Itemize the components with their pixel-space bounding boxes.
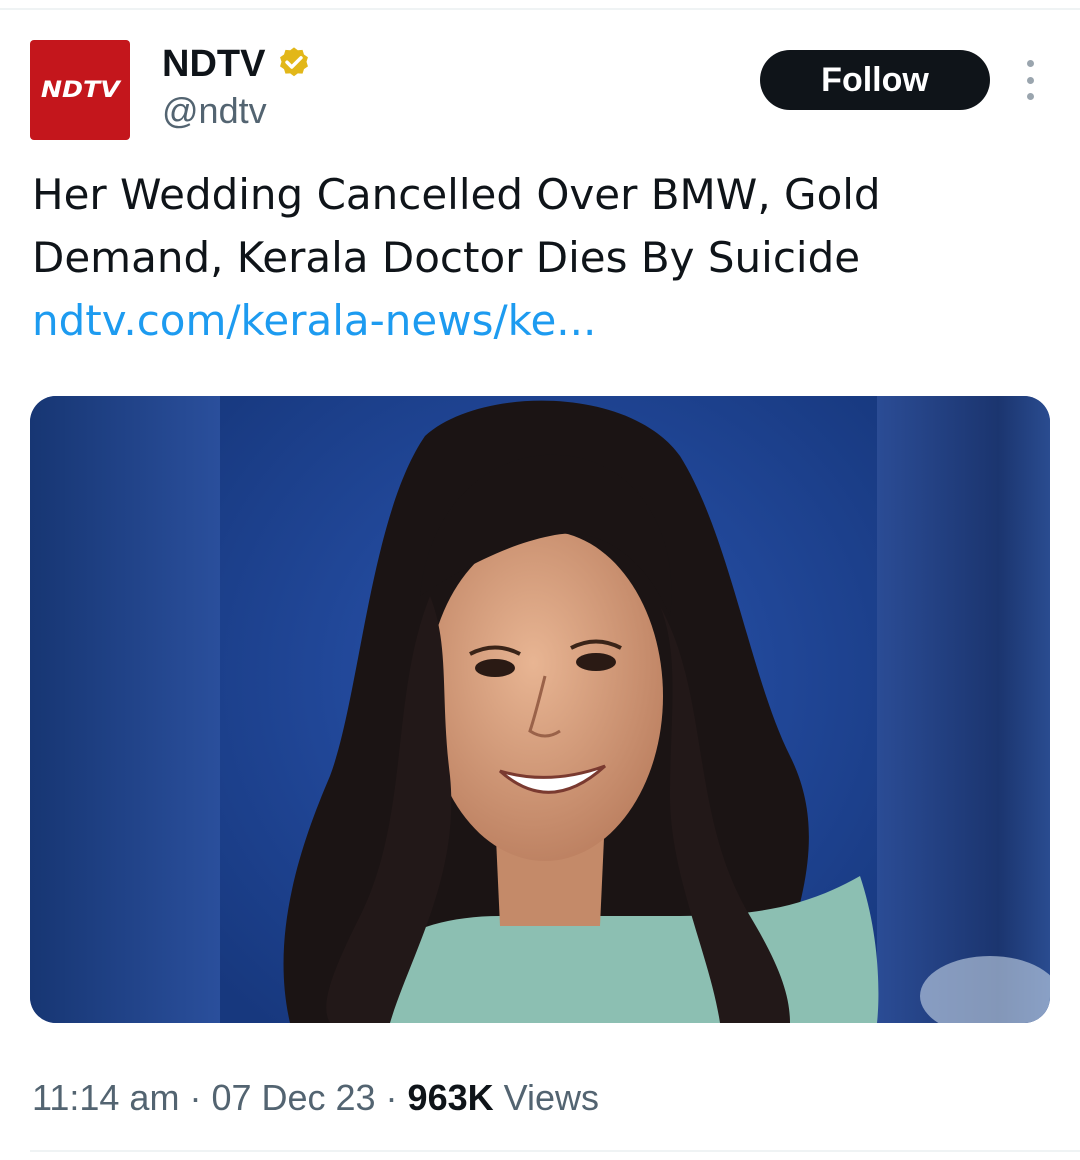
tweet-media-photo[interactable] bbox=[30, 396, 1050, 1023]
follow-button[interactable]: Follow bbox=[760, 50, 990, 110]
more-dot bbox=[1026, 76, 1034, 84]
top-divider bbox=[0, 8, 1080, 10]
meta-separator: · bbox=[375, 1077, 408, 1118]
verified-badge-icon bbox=[280, 47, 309, 77]
avatar-logo-text: NDTV bbox=[40, 77, 120, 103]
more-dot bbox=[1026, 93, 1034, 100]
tweet-link[interactable]: ndtv.com/kerala-news/ke... bbox=[32, 289, 596, 352]
tweet-text: Her Wedding Cancelled Over BMW, Gold Dem… bbox=[32, 170, 881, 282]
more-dot bbox=[1026, 60, 1034, 67]
views-label: Views bbox=[493, 1077, 599, 1118]
author-name-row: NDTV bbox=[162, 40, 313, 88]
tweet-date[interactable]: 07 Dec 23 bbox=[211, 1077, 375, 1118]
bottom-divider bbox=[30, 1150, 1080, 1152]
avatar[interactable]: NDTV bbox=[30, 40, 130, 140]
views-count[interactable]: 963K bbox=[408, 1077, 494, 1118]
tweet-time[interactable]: 11:14 am bbox=[32, 1077, 179, 1118]
photo-illustration bbox=[30, 396, 1050, 1023]
more-vertical-icon[interactable] bbox=[1012, 60, 1048, 100]
meta-separator: · bbox=[179, 1077, 212, 1118]
tweet-meta: 11:14 am · 07 Dec 23 · 963K Views bbox=[32, 1075, 599, 1121]
user-handle[interactable]: @ndtv bbox=[162, 88, 267, 134]
display-name[interactable]: NDTV bbox=[162, 40, 265, 88]
